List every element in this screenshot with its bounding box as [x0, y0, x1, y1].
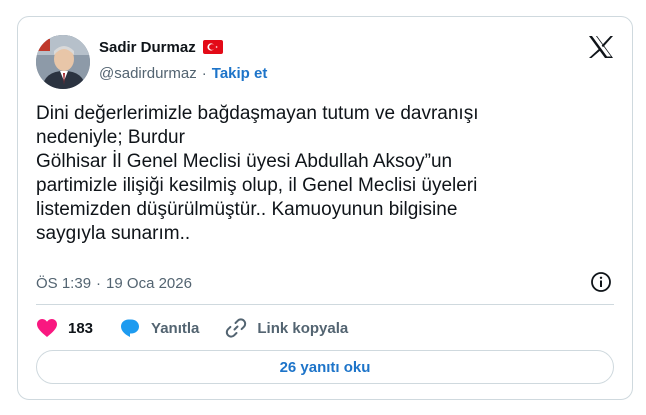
timestamp-separator: ·: [96, 274, 102, 292]
reply-label: Yanıtla: [151, 319, 200, 337]
info-icon[interactable]: [590, 271, 612, 293]
avatar[interactable]: [36, 35, 90, 89]
x-logo-icon[interactable]: [588, 35, 614, 59]
follow-button[interactable]: Takip et: [212, 65, 268, 82]
tweet-time: ÖS 1:39: [36, 274, 92, 292]
copy-link-button[interactable]: Link kopyala: [225, 317, 348, 339]
read-replies-button[interactable]: 26 yanıtı oku: [36, 350, 614, 384]
tweet-timestamp[interactable]: ÖS 1:39 · 19 Oca 2026: [36, 273, 192, 293]
tweet-date: 19 Oca 2026: [106, 274, 192, 292]
link-icon: [225, 317, 247, 339]
author-handle[interactable]: @sadirdurmaz: [99, 65, 197, 82]
author-display-name[interactable]: Sadir Durmaz: [99, 39, 196, 56]
like-button[interactable]: 183: [36, 318, 93, 338]
turkey-flag-icon: [202, 40, 223, 54]
divider: [36, 304, 614, 305]
tweet-card: Sadir Durmaz @sadirdurmaz · Takip et Din…: [17, 16, 633, 400]
copy-link-label: Link kopyala: [257, 319, 349, 337]
tweet-actions: 183 Yanıtla Link kopyala: [36, 316, 374, 340]
author-name-row: Sadir Durmaz: [99, 37, 223, 57]
reply-bubble-icon: [119, 318, 141, 338]
tweet-text: Dini değerlerimizle bağdaşmayan tutum ve…: [36, 103, 479, 244]
like-count: 183: [68, 319, 94, 337]
reply-button[interactable]: Yanıtla: [119, 318, 199, 338]
heart-icon: [36, 318, 58, 338]
profile-avatar-icon: [36, 35, 90, 89]
author-handle-row: @sadirdurmaz · Takip et: [99, 63, 267, 83]
handle-separator: ·: [201, 64, 207, 82]
